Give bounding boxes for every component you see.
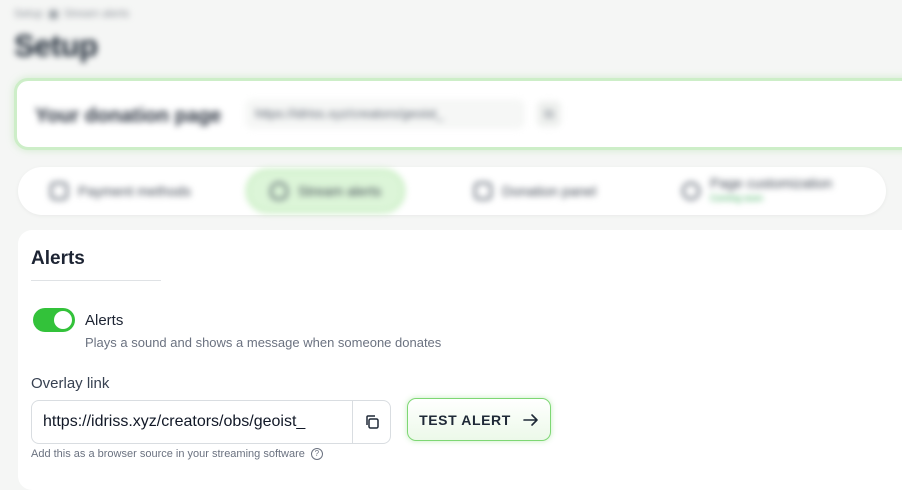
tab-label: Stream alerts [298, 183, 382, 199]
shield-icon [270, 182, 288, 200]
alerts-card: Alerts Alerts Plays a sound and shows a … [18, 230, 902, 490]
toggle-knob [54, 311, 72, 329]
check-icon [682, 182, 700, 200]
alerts-toggle-description: Plays a sound and shows a message when s… [85, 335, 442, 350]
section-divider [31, 280, 161, 281]
donation-copy-icon[interactable]: ⧉ [537, 101, 561, 127]
tab-donation-panel[interactable]: Donation panel [474, 167, 596, 215]
alerts-toggle[interactable] [33, 308, 75, 332]
help-icon[interactable]: ? [310, 448, 323, 460]
panel-icon [474, 182, 492, 200]
tab-label: Donation panel [502, 183, 597, 199]
payment-icon [50, 182, 68, 200]
copy-overlay-link-button[interactable] [352, 401, 390, 443]
overlay-link-label: Overlay link [31, 375, 110, 392]
donation-page-label: Your donation page [35, 105, 222, 127]
overlay-hint: Add this as a browser source in your str… [31, 448, 323, 460]
tab-label: Payment methods [78, 183, 191, 199]
page-title: Setup [14, 28, 98, 63]
overlay-link-field [31, 400, 391, 444]
donation-page-card: Your donation page https://idriss.xyz/cr… [14, 78, 902, 150]
overlay-link-input[interactable] [32, 401, 352, 443]
breadcrumb: Setup Stream alerts [14, 8, 129, 20]
test-alert-button[interactable]: TEST ALERT [407, 398, 551, 441]
tab-payment-methods[interactable]: Payment methods [50, 167, 191, 215]
section-title: Alerts [31, 248, 85, 269]
breadcrumb-current: Stream alerts [63, 8, 130, 20]
coming-soon-badge: Coming soon [710, 193, 764, 203]
overlay-hint-text: Add this as a browser source in your str… [31, 448, 305, 460]
alerts-toggle-label: Alerts [85, 312, 124, 329]
test-alert-label: TEST ALERT [419, 411, 511, 428]
donation-page-url[interactable]: https://idriss.xyz/creators/geoist_ [245, 99, 525, 129]
breadcrumb-separator-icon [48, 9, 58, 19]
copy-icon [366, 415, 379, 429]
tab-label: Page customization [710, 175, 833, 191]
setup-tabs: Payment methods Stream alerts Donation p… [18, 167, 886, 215]
tab-stream-alerts[interactable]: Stream alerts [246, 169, 406, 213]
arrow-right-icon [523, 413, 538, 426]
tab-page-customization[interactable]: Page customization Coming soon [682, 167, 832, 215]
breadcrumb-parent[interactable]: Setup [14, 8, 43, 20]
